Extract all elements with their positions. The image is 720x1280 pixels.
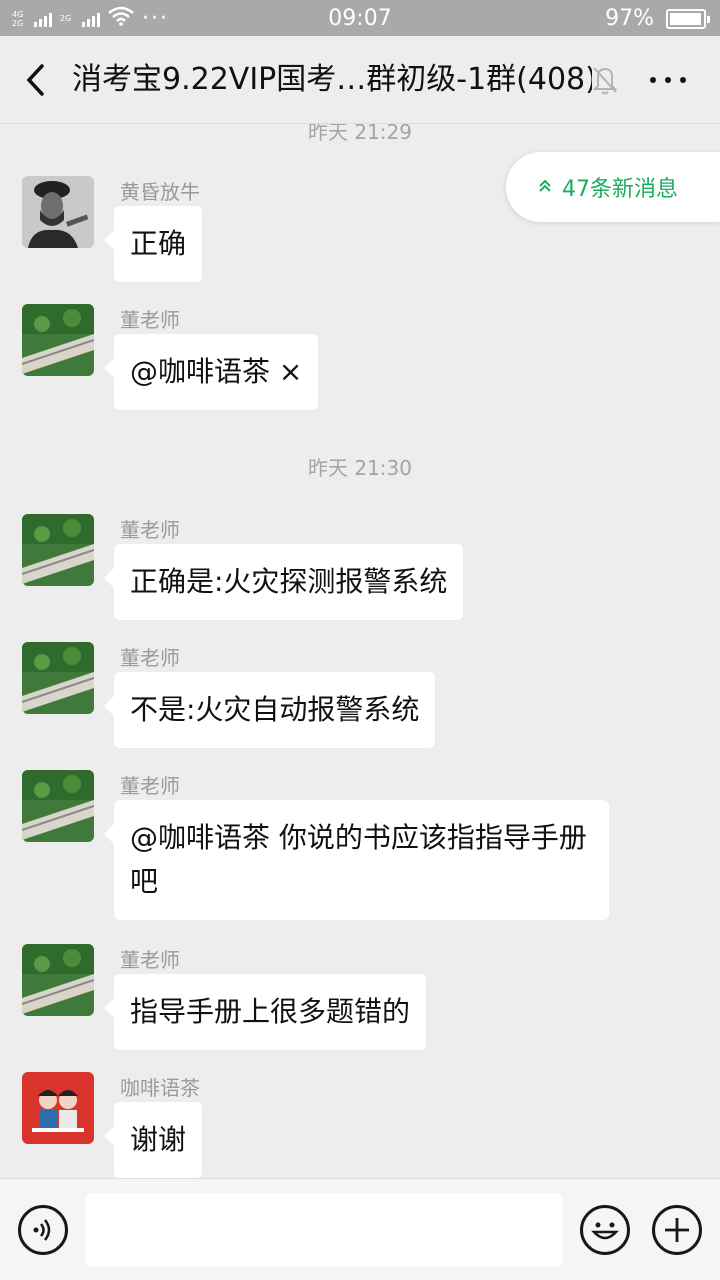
status-right: 97% (605, 6, 710, 31)
more-button[interactable] (640, 64, 696, 96)
new-messages-label: 47条新消息 (562, 177, 678, 202)
double-chevron-up-icon (538, 179, 552, 195)
plus-button[interactable] (652, 1205, 702, 1255)
message-bubble[interactable]: 不是:火灾自动报警系统 (103, 672, 436, 748)
more-dot (680, 77, 686, 83)
sender-name: 黄昏放牛 (120, 180, 200, 204)
chevron-left-icon (26, 64, 44, 96)
voice-button[interactable] (18, 1205, 68, 1255)
avatar[interactable] (22, 944, 94, 1016)
page-title: 消考宝9.22VIP国考…群初级-1群(408) (72, 62, 592, 97)
message-bubble[interactable]: 指导手册上很多题错的 (103, 974, 427, 1050)
battery-percent: 97% (605, 6, 654, 31)
avatar[interactable] (22, 176, 94, 248)
bell-off-icon (590, 64, 620, 96)
timestamp: 昨天 21:30 (308, 456, 412, 480)
message-bubble[interactable]: @咖啡语茶 你说的书应该指指导手册吧 (104, 800, 609, 920)
new-messages-button[interactable]: 47条新消息 (506, 152, 720, 222)
avatar[interactable] (22, 514, 94, 586)
message-input[interactable] (86, 1193, 562, 1267)
avatar[interactable] (22, 770, 94, 842)
more-dot (650, 77, 656, 83)
timestamp: 昨天 21:29 (308, 124, 412, 144)
input-bar (0, 1178, 720, 1280)
message-bubble[interactable]: 谢谢 (103, 1102, 203, 1178)
chat-area[interactable]: 昨天 21:29 47条新消息 黄昏放牛 正确 董老师 @咖啡语茶 × 昨天 2… (0, 124, 720, 1178)
more-dot (665, 77, 671, 83)
emoji-button[interactable] (580, 1205, 630, 1255)
battery-icon (666, 8, 710, 29)
status-bar: 4G 2G 2G ··· 09:07 97% (0, 0, 720, 36)
sender-name: 董老师 (120, 948, 180, 972)
sender-name: 董老师 (120, 774, 180, 798)
avatar[interactable] (22, 1072, 94, 1144)
voice-icon (33, 1219, 51, 1241)
title-bar: 消考宝9.22VIP国考…群初级-1群(408) (0, 36, 720, 124)
plus-icon (665, 1218, 689, 1242)
sender-name: 董老师 (120, 308, 180, 332)
back-button[interactable] (18, 60, 58, 100)
message-bubble[interactable]: @咖啡语茶 × (103, 334, 319, 410)
sender-name: 董老师 (120, 518, 180, 542)
message-bubble[interactable]: 正确 (103, 206, 203, 282)
sender-name: 咖啡语茶 (120, 1076, 200, 1100)
avatar[interactable] (22, 642, 94, 714)
message-bubble[interactable]: 正确是:火灾探测报警系统 (103, 544, 464, 620)
emoji-icon (591, 1222, 619, 1240)
sender-name: 董老师 (120, 646, 180, 670)
avatar[interactable] (22, 304, 94, 376)
